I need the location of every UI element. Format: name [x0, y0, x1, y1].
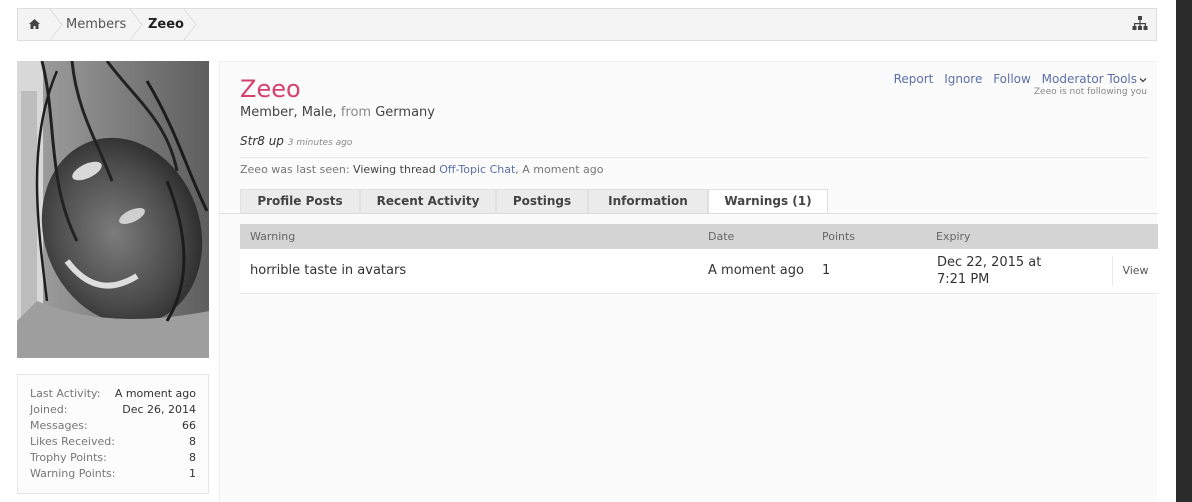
profile-actions: Report Ignore Follow Moderator Tools Zee…	[887, 72, 1147, 97]
avatar-image	[17, 61, 209, 358]
user-title: Member, Male, from Germany	[240, 105, 435, 120]
report-link[interactable]: Report	[894, 72, 934, 86]
view-warning-button[interactable]: View	[1112, 256, 1158, 286]
tab-underline	[220, 213, 1158, 214]
warning-text: horrible taste in avatars	[250, 263, 407, 278]
location-link[interactable]: Germany	[375, 105, 435, 120]
follow-link[interactable]: Follow	[993, 72, 1031, 86]
column-header-points: Points	[822, 230, 856, 243]
tab-recent-activity[interactable]: Recent Activity	[360, 189, 496, 213]
stat-likes-received: Likes Received: 8	[30, 435, 196, 448]
profile-tabs: Profile Posts Recent Activity Postings I…	[240, 189, 828, 214]
home-icon	[28, 19, 40, 29]
warnings-table-header: Warning Date Points Expiry	[240, 224, 1158, 249]
stat-messages: Messages: 66	[30, 419, 196, 432]
chevron-down-icon	[1139, 77, 1147, 82]
avatar[interactable]	[17, 61, 209, 358]
divider	[240, 157, 1148, 158]
profile-main-panel: Zeeo Member, Male, from Germany Str8 up …	[219, 61, 1158, 502]
breadcrumb: Members Zeeo	[17, 8, 1157, 41]
tab-profile-posts[interactable]: Profile Posts	[240, 189, 360, 213]
tab-postings[interactable]: Postings	[496, 189, 588, 213]
moderator-tools-menu[interactable]: Moderator Tools	[1042, 72, 1147, 86]
ignore-link[interactable]: Ignore	[944, 72, 982, 86]
sitemap-icon	[1132, 16, 1148, 30]
table-row: horrible taste in avatars A moment ago 1…	[240, 249, 1158, 294]
status-message: Str8 up 3 minutes ago	[240, 134, 353, 148]
stat-warning-points: Warning Points: 1	[30, 467, 196, 480]
warning-expiry: Dec 22, 2015 at 7:21 PM	[937, 255, 1042, 287]
tab-warnings[interactable]: Warnings (1)	[708, 189, 828, 214]
column-header-date: Date	[708, 230, 735, 243]
last-seen-thread-link[interactable]: Off-Topic Chat	[439, 163, 515, 176]
status-time: 3 minutes ago	[287, 138, 353, 148]
breadcrumb-separator	[184, 9, 202, 40]
breadcrumb-home[interactable]	[18, 9, 50, 40]
stat-last-activity: Last Activity: A moment ago	[30, 387, 196, 400]
breadcrumb-separator	[130, 9, 148, 40]
member-profile-page: Members Zeeo Last Activity: A moment ago…	[0, 0, 1192, 502]
window-edge	[1176, 0, 1192, 502]
member-stats: Last Activity: A moment ago Joined: Dec …	[17, 374, 209, 494]
breadcrumb-members[interactable]: Members	[66, 9, 126, 40]
last-seen: Zeeo was last seen: Viewing thread Off-T…	[240, 163, 604, 176]
warning-date: A moment ago	[708, 263, 804, 278]
following-note: Zeeo is not following you	[1033, 87, 1147, 97]
column-header-warning: Warning	[250, 230, 296, 243]
warning-points: 1	[822, 263, 831, 278]
column-header-expiry: Expiry	[936, 230, 971, 243]
sitemap-button[interactable]	[1132, 16, 1148, 32]
breadcrumb-current[interactable]: Zeeo	[148, 9, 184, 40]
username: Zeeo	[240, 75, 301, 103]
stat-trophy-points: Trophy Points: 8	[30, 451, 196, 464]
stat-joined: Joined: Dec 26, 2014	[30, 403, 196, 416]
tab-information[interactable]: Information	[588, 189, 708, 213]
